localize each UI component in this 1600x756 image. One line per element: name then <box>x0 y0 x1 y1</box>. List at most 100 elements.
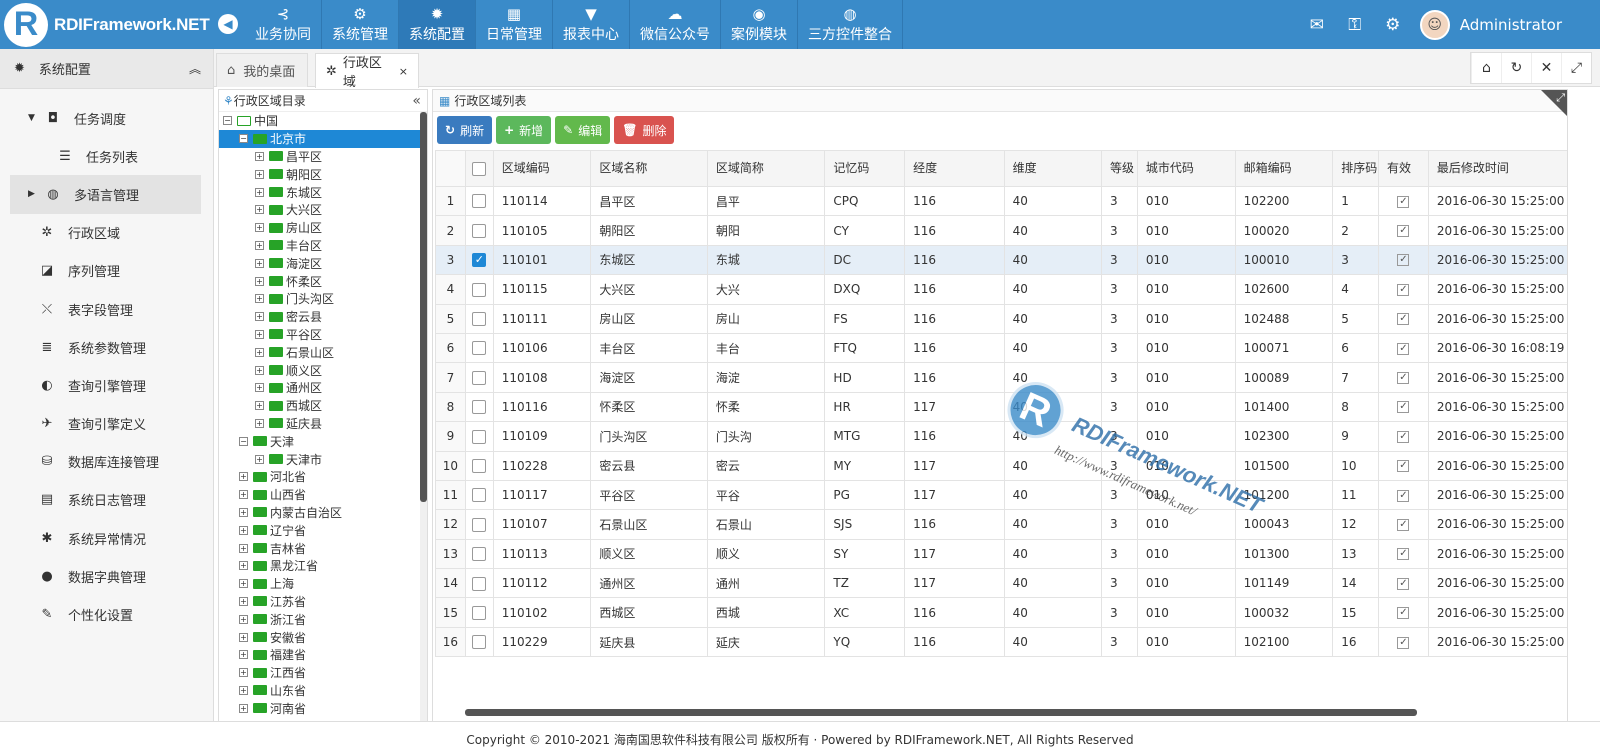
tree-node[interactable]: − 北京市 <box>219 129 427 148</box>
user-name[interactable]: Administrator <box>1460 16 1562 34</box>
sidebar-item-14[interactable]: ✎ 个性化设置 <box>0 595 213 633</box>
expand-icon[interactable]: + <box>239 685 248 695</box>
row-checkbox[interactable] <box>472 312 487 326</box>
close-icon[interactable]: × <box>399 65 408 78</box>
select-all-header[interactable] <box>464 150 494 187</box>
row-checkbox[interactable] <box>472 576 487 591</box>
nav-item-4[interactable]: ▦ 日常管理 <box>476 0 553 49</box>
sidebar-item-3[interactable]: ▶ ◍ 多语言管理 <box>10 175 201 214</box>
column-header[interactable]: 经度 <box>904 150 1005 187</box>
table-row[interactable]: 6 110106 丰台区 丰台 FTQ 116 40 3 010 100071 6 ✓ 2016-06-… <box>435 332 1567 364</box>
valid-checkbox[interactable]: ✓ <box>1397 342 1410 355</box>
expand-icon[interactable]: + <box>255 151 264 161</box>
valid-checkbox[interactable]: ✓ <box>1397 195 1410 208</box>
tree-node[interactable]: + 安徽省 <box>219 628 427 646</box>
table-row[interactable]: 10 110228 密云县 密云 MY 117 40 3 010 101500 10 ✓ 2016-06… <box>435 450 1567 481</box>
tree-node[interactable]: + 大兴区 <box>219 201 427 219</box>
row-checkbox[interactable] <box>472 547 487 562</box>
expand-icon[interactable]: + <box>239 650 248 660</box>
scrollbar-thumb[interactable] <box>420 112 427 502</box>
add-button[interactable]: + 新增 <box>496 116 552 144</box>
table-row[interactable]: 9 110109 门头沟区 门头沟 MTG 116 40 3 010 102300 9 ✓ 2016-0… <box>435 421 1567 452</box>
collapse-icon[interactable]: − <box>239 436 248 446</box>
row-checkbox-cell[interactable] <box>464 626 494 658</box>
sidebar-item-6[interactable]: ⤬ 表字段管理 <box>0 290 213 328</box>
valid-checkbox[interactable]: ✓ <box>1397 254 1410 267</box>
mail-icon[interactable]: ✉ <box>1298 15 1336 35</box>
tree-node[interactable]: + 吉林省 <box>219 539 427 557</box>
sidebar-item-12[interactable]: ✱ 系统异常情况 <box>0 519 213 557</box>
expand-icon[interactable]: + <box>239 579 248 589</box>
row-checkbox-cell[interactable] <box>464 597 494 628</box>
table-row[interactable]: 3 ✓ 110101 东城区 东城 DC 116 40 3 010 100010 3 ✓ 2016-06-… <box>435 244 1567 276</box>
table-row[interactable]: 4 110115 大兴区 大兴 DXQ 116 40 3 010 102600 4 ✓ 2016-06-… <box>435 274 1567 305</box>
tree-node[interactable]: + 东城区 <box>219 183 427 201</box>
sidebar-item-10[interactable]: ⛁ 数据库连接管理 <box>0 443 213 481</box>
tree-node[interactable]: + 山西省 <box>219 486 427 504</box>
collapse-sidebar-icon[interactable]: ◀ <box>218 14 238 34</box>
collapse-panel-icon[interactable]: « <box>412 93 421 109</box>
tree-node[interactable]: + 房山区 <box>219 219 427 237</box>
tree-node[interactable]: + 浙江省 <box>219 610 427 628</box>
valid-checkbox[interactable]: ✓ <box>1397 372 1410 385</box>
nav-item-1[interactable]: ⊰ 业务协同 <box>245 0 322 49</box>
row-checkbox[interactable] <box>472 517 487 532</box>
tree-node[interactable]: + 辽宁省 <box>219 521 427 539</box>
row-checkbox[interactable] <box>472 429 487 444</box>
expand-icon[interactable]: + <box>255 401 264 411</box>
expand-icon[interactable]: + <box>255 187 264 197</box>
expand-icon[interactable]: + <box>239 668 248 678</box>
maximize-corner[interactable]: ⤢ <box>1541 90 1567 116</box>
sidebar-item-9[interactable]: ✈ 查询引擎定义 <box>0 405 213 443</box>
column-header[interactable]: 区域简称 <box>706 150 826 187</box>
row-checkbox[interactable] <box>472 341 487 356</box>
valid-checkbox[interactable]: ✓ <box>1397 313 1410 326</box>
settings-icon[interactable]: ⚙ <box>1374 15 1412 35</box>
row-checkbox-cell[interactable] <box>464 421 494 452</box>
sidebar-item-1[interactable]: ▼ ◘ 任务调度 <box>0 99 213 137</box>
sidebar-item-7[interactable]: ≣ 系统参数管理 <box>0 328 213 366</box>
tree-node[interactable]: + 河南省 <box>219 699 427 717</box>
tab-region[interactable]: ✲ 行政区域 × <box>315 53 419 90</box>
column-header[interactable]: 城市代码 <box>1136 150 1236 187</box>
row-checkbox[interactable]: ✓ <box>472 253 487 268</box>
sidebar-item-5[interactable]: ◪ 序列管理 <box>0 252 213 290</box>
table-row[interactable]: 1 110114 昌平区 昌平 CPQ 116 40 3 010 102200 1 ✓ 2016-06-… <box>435 185 1567 217</box>
row-checkbox-cell[interactable] <box>464 450 494 481</box>
expand-icon[interactable]: + <box>239 561 248 571</box>
column-header[interactable]: 维度 <box>1003 150 1103 187</box>
row-checkbox-cell[interactable] <box>464 538 494 570</box>
row-checkbox-cell[interactable] <box>464 391 494 423</box>
expand-icon[interactable]: + <box>239 472 248 482</box>
tree-node[interactable]: + 通州区 <box>219 379 427 397</box>
expand-icon[interactable]: + <box>255 169 264 179</box>
valid-checkbox[interactable]: ✓ <box>1397 548 1410 561</box>
valid-checkbox[interactable]: ✓ <box>1397 225 1410 238</box>
nav-item-5[interactable]: ▼ 报表中心 <box>553 0 630 49</box>
expand-icon[interactable]: + <box>239 490 248 500</box>
row-checkbox[interactable] <box>472 194 487 209</box>
row-checkbox-cell[interactable]: ✓ <box>464 244 494 276</box>
row-checkbox-cell[interactable] <box>464 303 494 334</box>
row-checkbox[interactable] <box>472 458 487 473</box>
expand-icon[interactable]: + <box>255 347 264 357</box>
row-checkbox-cell[interactable] <box>464 362 494 393</box>
valid-checkbox[interactable]: ✓ <box>1397 607 1410 620</box>
horizontal-scrollbar[interactable] <box>465 709 1417 716</box>
table-row[interactable]: 8 110116 怀柔区 怀柔 HR 117 40 3 010 101400 8 ✓ 2016-06-3… <box>435 391 1567 423</box>
sidebar-item-13[interactable]: ● 数据字典管理 <box>0 557 213 595</box>
row-checkbox[interactable] <box>472 370 487 385</box>
nav-item-7[interactable]: ◉ 案例模块 <box>721 0 798 49</box>
tree-node[interactable]: + 河北省 <box>219 468 427 486</box>
table-row[interactable]: 13 110113 顺义区 顺义 SY 117 40 3 010 101300 13 ✓ 2016-06… <box>435 538 1567 570</box>
expand-icon[interactable]: + <box>239 614 248 624</box>
expand-icon[interactable]: + <box>239 543 248 553</box>
tree-node[interactable]: + 山东省 <box>219 682 427 700</box>
column-header[interactable]: 区域编码 <box>492 150 592 187</box>
collapse-icon[interactable]: − <box>223 116 232 126</box>
table-row[interactable]: 11 110117 平谷区 平谷 PG 117 40 3 010 101200 11 ✓ 2016-06… <box>435 479 1567 511</box>
tree-node[interactable]: + 石景山区 <box>219 343 427 361</box>
expand-icon[interactable]: + <box>255 418 264 428</box>
valid-checkbox[interactable]: ✓ <box>1397 401 1410 414</box>
nav-item-2[interactable]: ⚙ 系统管理 <box>322 0 399 49</box>
